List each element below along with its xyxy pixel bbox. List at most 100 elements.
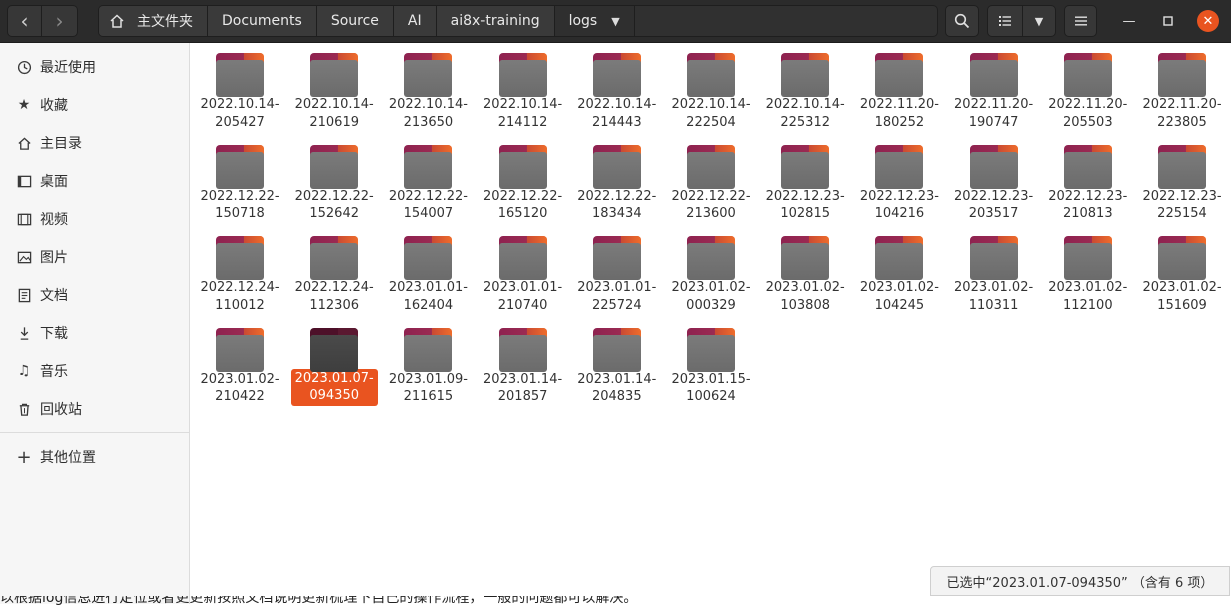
folder-label: 2022.10.14- 205427 [196,96,283,131]
folder-item[interactable]: 2023.01.02- 104245 [854,226,944,314]
breadcrumb-ai[interactable]: AI [393,6,437,36]
folder-item[interactable]: 2023.01.09- 211615 [383,318,473,406]
folder-item[interactable]: 2023.01.02- 210422 [195,318,285,406]
folder-item[interactable]: 2022.12.23- 203517 [949,135,1039,223]
folder-grid: 2022.10.14- 205427 2022.10.14- 210619 2022.1… [191,43,1231,604]
list-view-button[interactable] [987,5,1023,37]
folder-item[interactable]: 2022.12.22- 150718 [195,135,285,223]
folder-item[interactable]: 2023.01.15- 100624 [666,318,756,406]
folder-item[interactable]: 2022.12.24- 112306 [289,226,379,314]
folder-label-line: 2023.01.02- [200,371,280,387]
chevron-right-icon: › [55,9,64,33]
close-button[interactable]: ✕ [1197,10,1219,32]
folder-item[interactable]: 2023.01.01- 225724 [572,226,662,314]
sidebar-item-home[interactable]: 主目录 [0,124,189,162]
breadcrumb-ai8x-training[interactable]: ai8x-training [436,6,555,36]
folder-label-line: 2023.01.02- [954,280,1034,295]
home-icon [110,14,124,28]
sidebar-item-starred[interactable]: ★ 收藏 [0,86,189,124]
folder-label-line: 2022.12.23- [765,188,845,204]
view-options-button[interactable]: ▼ [1023,5,1056,37]
folder-label: 2023.01.01- 225724 [573,279,660,314]
folder-label-line: 2022.12.24- [294,280,374,295]
folder-item[interactable]: 2022.12.22- 183434 [572,135,662,223]
folder-label: 2022.12.23- 225154 [1138,188,1225,223]
star-icon: ★ [17,97,31,113]
folder-label-line: 204835 [591,389,642,404]
folder-item[interactable]: 2022.12.24- 110012 [195,226,285,314]
folder-label-line: 2022.12.23- [1142,188,1222,204]
folder-item[interactable]: 2023.01.01- 162404 [383,226,473,314]
folder-icon [216,236,264,280]
folder-item[interactable]: 2022.12.22- 165120 [478,135,568,223]
breadcrumb-logs[interactable]: logs ▼ [554,6,635,36]
folder-label: 2023.01.02- 110311 [950,279,1037,314]
folder-label-line: 2023.01.14- [577,371,657,387]
folder-item[interactable]: 2022.12.23- 104216 [854,135,944,223]
menu-button[interactable] [1064,5,1097,37]
search-button[interactable] [945,5,979,37]
folder-label-line: 112306 [309,297,359,313]
sidebar-item-videos[interactable]: 视频 [0,200,189,238]
header-bar: ‹ › 主文件夹 Documents Source AI ai8x-traini… [0,0,1231,43]
folder-icon [216,53,264,97]
desktop-icon [15,174,33,189]
folder-item[interactable]: 2023.01.02- 151609 [1137,226,1227,314]
sidebar-item-music[interactable]: ♫ 音乐 [0,352,189,390]
folder-label-line: 205427 [215,114,265,130]
folder-label-line: 2023.01.02- [765,280,845,295]
folder-item[interactable]: 2022.10.14- 214443 [572,43,662,131]
folder-item[interactable]: 2022.12.22- 213600 [666,135,756,223]
folder-item[interactable]: 2022.10.14- 225312 [760,43,850,131]
maximize-button[interactable] [1157,10,1179,32]
folder-item[interactable]: 2022.12.23- 225154 [1137,135,1227,223]
trash-icon [15,402,33,417]
folder-label-line: 2022.10.14- [388,97,468,112]
breadcrumb-documents[interactable]: Documents [208,6,317,36]
forward-button[interactable]: › [42,5,78,37]
folder-item[interactable]: 2022.12.23- 102815 [760,135,850,223]
folder-icon [310,327,359,372]
folder-label: 2022.12.23- 210813 [1044,188,1131,223]
folder-item[interactable]: 2022.11.20- 180252 [854,43,944,131]
folder-label: 2022.11.20- 223805 [1138,96,1225,131]
breadcrumb-home[interactable]: 主文件夹 [99,6,208,36]
folder-item[interactable]: 2022.10.14- 205427 [195,43,285,131]
folder-icon [592,236,641,280]
folder-item[interactable]: 2023.01.02- 110311 [949,226,1039,314]
sidebar-item-trash[interactable]: 回收站 [0,390,189,428]
folder-item[interactable]: 2022.11.20- 223805 [1137,43,1227,131]
back-button[interactable]: ‹ [7,5,42,37]
breadcrumb-source[interactable]: Source [316,6,394,36]
folder-item[interactable]: 2022.12.22- 154007 [383,135,473,223]
folder-label: 2022.11.20- 190747 [950,96,1037,131]
folder-icon [781,144,830,189]
folder-item[interactable]: 2022.10.14- 213650 [383,43,473,131]
folder-item[interactable]: 2022.10.14- 214112 [478,43,568,131]
folder-item[interactable]: 2023.01.02- 000329 [666,226,756,314]
folder-item[interactable]: 2023.01.14- 204835 [572,318,662,406]
folder-label-line: 2023.01.02- [1048,280,1128,295]
folder-item[interactable]: 2023.01.07- 094350 [289,318,379,406]
folder-item[interactable]: 2022.11.20- 205503 [1043,43,1133,131]
folder-item[interactable]: 2022.12.23- 210813 [1043,135,1133,223]
sidebar-item-desktop[interactable]: 桌面 [0,162,189,200]
folder-icon [687,144,735,189]
sidebar-divider [0,432,189,433]
sidebar-item-pictures[interactable]: 图片 [0,238,189,276]
sidebar-item-recent[interactable]: 最近使用 [0,48,189,86]
folder-item[interactable]: 2022.10.14- 222504 [666,43,756,131]
folder-item[interactable]: 2022.11.20- 190747 [949,43,1039,131]
sidebar-item-downloads[interactable]: 下载 [0,314,189,352]
folder-item[interactable]: 2023.01.02- 112100 [1043,226,1133,314]
folder-item[interactable]: 2023.01.02- 103808 [760,226,850,314]
folder-label: 2022.12.23- 104216 [856,188,943,223]
sidebar-item-documents[interactable]: 文档 [0,276,189,314]
folder-item[interactable]: 2023.01.14- 201857 [478,318,568,406]
folder-item[interactable]: 2022.10.14- 210619 [289,43,379,131]
minimize-button[interactable]: — [1118,10,1140,32]
folder-item[interactable]: 2023.01.01- 210740 [478,226,568,314]
folder-item[interactable]: 2022.12.22- 152642 [289,135,379,223]
folder-icon [310,144,359,189]
sidebar-item-other-locations[interactable]: + 其他位置 [0,438,189,476]
